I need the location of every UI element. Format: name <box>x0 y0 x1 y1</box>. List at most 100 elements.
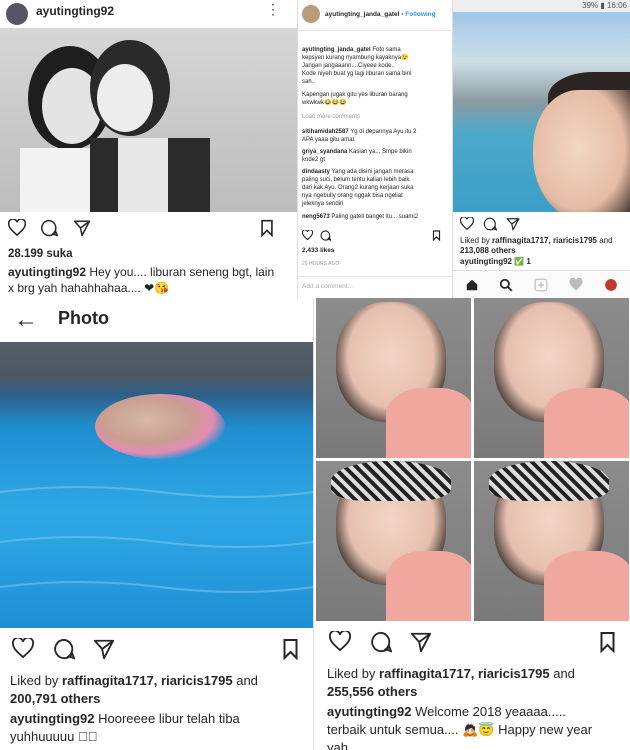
collage-photo[interactable] <box>316 461 471 621</box>
divider <box>298 30 452 31</box>
heart-icon[interactable] <box>302 230 313 240</box>
bookmark-icon[interactable] <box>599 631 616 653</box>
post-photo[interactable] <box>0 342 313 628</box>
liked-by-users[interactable]: raffinagita1717, riaricis1795 <box>492 236 597 245</box>
comment-icon[interactable] <box>40 219 58 237</box>
comment-text: Kasian ya... Smpe bikin <box>347 149 412 155</box>
load-more-comments[interactable]: Load more comments <box>302 114 360 120</box>
like-count: 28.199 suka <box>8 248 73 260</box>
following-status[interactable]: • Following <box>401 11 435 18</box>
comment-line: sitihamidah2587 Yg di depannya Ayu itu 2 <box>302 128 417 136</box>
comment-username[interactable]: sitihamidah2587 <box>302 129 349 135</box>
comment-text: Foto sama <box>370 47 401 53</box>
post-panel-1: ayutingting92 ⋮ 28.199 suka ayutingting9… <box>0 0 298 298</box>
username[interactable]: ayutingting92 <box>36 4 114 18</box>
liked-by-suffix: and <box>596 236 613 245</box>
search-icon[interactable] <box>499 278 513 292</box>
avatar[interactable] <box>302 5 320 23</box>
comment-line: APA yaaa gitu amat <box>302 137 355 143</box>
liked-by-label: Liked by <box>10 673 63 688</box>
comment-line: Kode niyeh buat yg lagi liburan sama bin… <box>302 71 412 77</box>
caption-line-2: terbaik untuk semua.... 🙇🏻😇 Happy new ye… <box>327 722 593 737</box>
post-panel-2: ayutingting_janda_gatel • Following ayut… <box>298 0 453 298</box>
status-text: 39% ▮ 16:06 <box>582 1 627 10</box>
comment-line: dindaasty Yang ada disini jangan merasa <box>302 168 414 176</box>
liked-by-label: Liked by <box>327 666 380 681</box>
comment-line: kode2 gt <box>302 157 326 163</box>
comment-line: nya ngebully orang nggak bisa ngeliat <box>302 193 403 199</box>
more-options-icon[interactable]: ⋮ <box>266 1 280 18</box>
comment-line: ayutingting_janda_gatel Foto sama <box>302 46 401 54</box>
add-post-icon[interactable] <box>534 278 548 292</box>
heart-icon[interactable] <box>12 638 34 658</box>
comment-text: Yang ada disini jangan merasa <box>330 169 414 175</box>
like-count[interactable]: 200,791 others <box>10 691 100 706</box>
collage-photo[interactable] <box>474 461 629 621</box>
status-bar: 39% ▮ 16:06 <box>453 0 630 12</box>
comment-line: wkwkwk😂😂😂 <box>302 100 347 106</box>
like-count[interactable]: 255,556 others <box>327 684 417 699</box>
liked-by-suffix: and <box>549 666 575 681</box>
post-photo[interactable] <box>0 28 297 212</box>
caption-username[interactable]: ayutingting92 <box>327 704 412 719</box>
comment-username[interactable]: griya_syandana <box>302 149 347 155</box>
like-count[interactable]: 213,088 others <box>460 246 516 255</box>
post-photo[interactable] <box>453 12 630 212</box>
username[interactable]: ayutingting_janda_gatel <box>325 11 399 18</box>
back-arrow-icon[interactable]: ← <box>14 306 38 334</box>
headband-shape <box>331 461 451 501</box>
liked-by-users[interactable]: raffinagita1717, riaricis1795 <box>379 666 550 681</box>
liked-by-label: Liked by <box>460 236 493 245</box>
username[interactable]: ayutingting92 ✅ 1 <box>460 257 531 266</box>
caption-text: Hey you.... liburan seneng bgt, lain <box>86 265 275 279</box>
comment-line: sah.. <box>302 79 316 85</box>
liked-by-suffix: and <box>232 673 258 688</box>
heart-icon[interactable] <box>329 631 351 651</box>
comment-line: paling suci, belum tentu kalian lebih ba… <box>302 177 410 183</box>
heart-icon[interactable] <box>8 219 26 236</box>
avatar[interactable] <box>6 3 28 25</box>
comment-username[interactable]: ayutingting_janda_gatel <box>302 47 371 53</box>
photo-collage[interactable] <box>316 298 630 623</box>
comment-icon[interactable] <box>370 631 392 653</box>
share-icon[interactable] <box>410 631 432 653</box>
comment-username[interactable]: neng5673 <box>302 214 330 220</box>
shirt-shape <box>386 551 471 621</box>
liked-by-users[interactable]: raffinagita1717, riaricis1795 <box>62 673 233 688</box>
share-icon[interactable] <box>73 219 91 237</box>
share-icon[interactable] <box>506 217 520 231</box>
post-panel-4: ← Photo Liked by raffinagita1717, riaric… <box>0 298 314 750</box>
comment-icon[interactable] <box>53 638 75 660</box>
profile-icon[interactable] <box>604 278 618 292</box>
caption-line-3: yah <box>327 740 348 750</box>
liked-by: Liked by raffinagita1717, riaricis1795 a… <box>460 236 613 245</box>
liked-by: Liked by raffinagita1717, riaricis1795 a… <box>10 673 258 688</box>
caption-username[interactable]: ayutingting92 <box>10 711 95 726</box>
activity-heart-icon[interactable] <box>569 278 583 291</box>
comment-line: jeleknya sendiri <box>302 201 344 207</box>
caption-line-2: yuhhuuuuu ❤🏻 <box>10 729 98 744</box>
collage-photo[interactable] <box>316 298 471 458</box>
caption-line-2: x brg yah hahahhahaa.... ❤😘 <box>8 281 170 295</box>
bookmark-icon[interactable] <box>432 230 441 241</box>
divider <box>298 276 452 277</box>
like-count[interactable]: 2,433 likes <box>302 247 335 254</box>
bookmark-icon[interactable] <box>282 638 299 660</box>
heart-icon[interactable] <box>460 217 474 230</box>
comment-icon[interactable] <box>320 230 331 241</box>
caption-text: Welcome 2018 yeaaaa..... <box>411 704 566 719</box>
comment-username[interactable]: dindaasty <box>302 169 330 175</box>
share-icon[interactable] <box>93 638 115 660</box>
caption-username[interactable]: ayutingting92 <box>8 265 86 279</box>
caption-line-1: ayutingting92 Hey you.... liburan seneng… <box>8 265 274 279</box>
add-comment-input[interactable]: Add a comment... <box>302 283 353 290</box>
comment-icon[interactable] <box>483 217 497 231</box>
comment-line: Jangan jangaaann....Ciyeee kode.. <box>302 63 395 69</box>
comment-line: griya_syandana Kasian ya... Smpe bikin <box>302 148 412 156</box>
collage-photo[interactable] <box>474 298 629 458</box>
home-icon[interactable] <box>465 278 479 292</box>
comment-line: Kapengan jugak gitu yes liburan barang <box>302 92 408 98</box>
bookmark-icon[interactable] <box>260 219 274 237</box>
comment-text: Yg di depannya Ayu itu 2 <box>348 129 417 135</box>
comment-line: dari kak Ayu. Orang2 kurang kerjaan suka <box>302 185 414 191</box>
